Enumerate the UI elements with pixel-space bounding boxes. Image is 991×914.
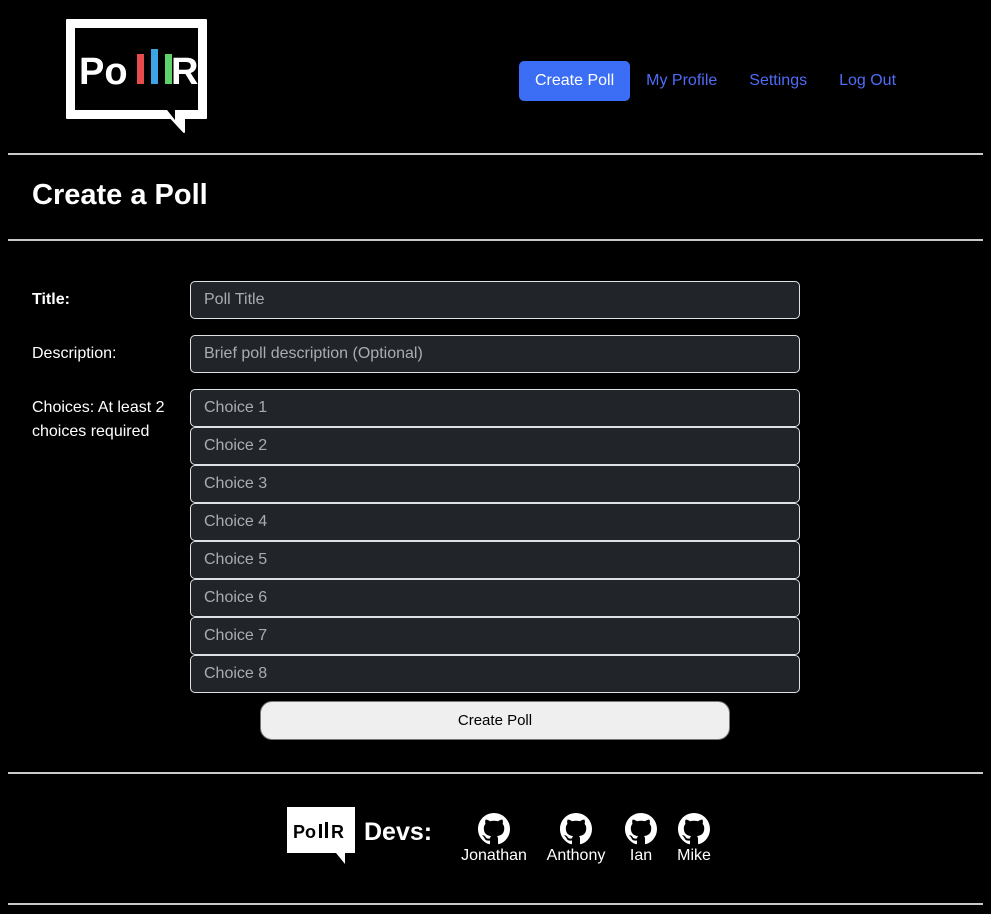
page-title: Create a Poll [32, 179, 208, 211]
github-icon [678, 813, 710, 845]
svg-text:Po: Po [79, 51, 128, 93]
poll-description-input[interactable] [190, 335, 800, 373]
title-label: Title: [32, 291, 70, 308]
dev-link-mike[interactable]: Mike [676, 813, 712, 865]
choice-2-input[interactable] [190, 427, 800, 465]
choices-label-line1: Choices: At least 2 [32, 399, 165, 416]
dev-name: Anthony [546, 847, 606, 864]
dev-link-jonathan[interactable]: Jonathan [461, 813, 527, 865]
choice-5-input[interactable] [190, 541, 800, 579]
main-nav: Create Poll My Profile Settings Log Out [519, 61, 912, 101]
choices-label-line2: choices required [32, 423, 150, 440]
choices-label: Choices: At least 2 choices required [32, 396, 165, 444]
choice-4-input[interactable] [190, 503, 800, 541]
github-icon [625, 813, 657, 845]
svg-text:R: R [171, 51, 198, 93]
create-poll-submit-button[interactable]: Create Poll [260, 701, 730, 740]
dev-link-ian[interactable]: Ian [625, 813, 657, 865]
svg-text:Po: Po [293, 822, 316, 842]
my-profile-link[interactable]: My Profile [646, 72, 717, 90]
github-icon [560, 813, 592, 845]
choice-8-input[interactable] [190, 655, 800, 693]
create-poll-nav-button[interactable]: Create Poll [519, 61, 631, 101]
divider [8, 772, 983, 774]
dev-name: Mike [677, 847, 711, 864]
poll-title-input[interactable] [190, 281, 800, 319]
pollr-logo[interactable]: Po R [63, 16, 210, 136]
dev-link-anthony[interactable]: Anthony [546, 813, 606, 865]
settings-link[interactable]: Settings [749, 72, 807, 90]
description-label: Description: [32, 345, 117, 362]
footer-pollr-logo: Po R [287, 807, 355, 864]
divider [8, 153, 983, 155]
choice-6-input[interactable] [190, 579, 800, 617]
svg-text:R: R [331, 822, 344, 842]
divider [8, 903, 983, 905]
choice-1-input[interactable] [190, 389, 800, 427]
divider [8, 239, 983, 241]
choice-7-input[interactable] [190, 617, 800, 655]
log-out-link[interactable]: Log Out [839, 72, 896, 90]
devs-label: Devs: [364, 818, 433, 846]
dev-name: Jonathan [461, 847, 527, 864]
dev-name: Ian [629, 847, 653, 864]
choice-3-input[interactable] [190, 465, 800, 503]
github-icon [478, 813, 510, 845]
